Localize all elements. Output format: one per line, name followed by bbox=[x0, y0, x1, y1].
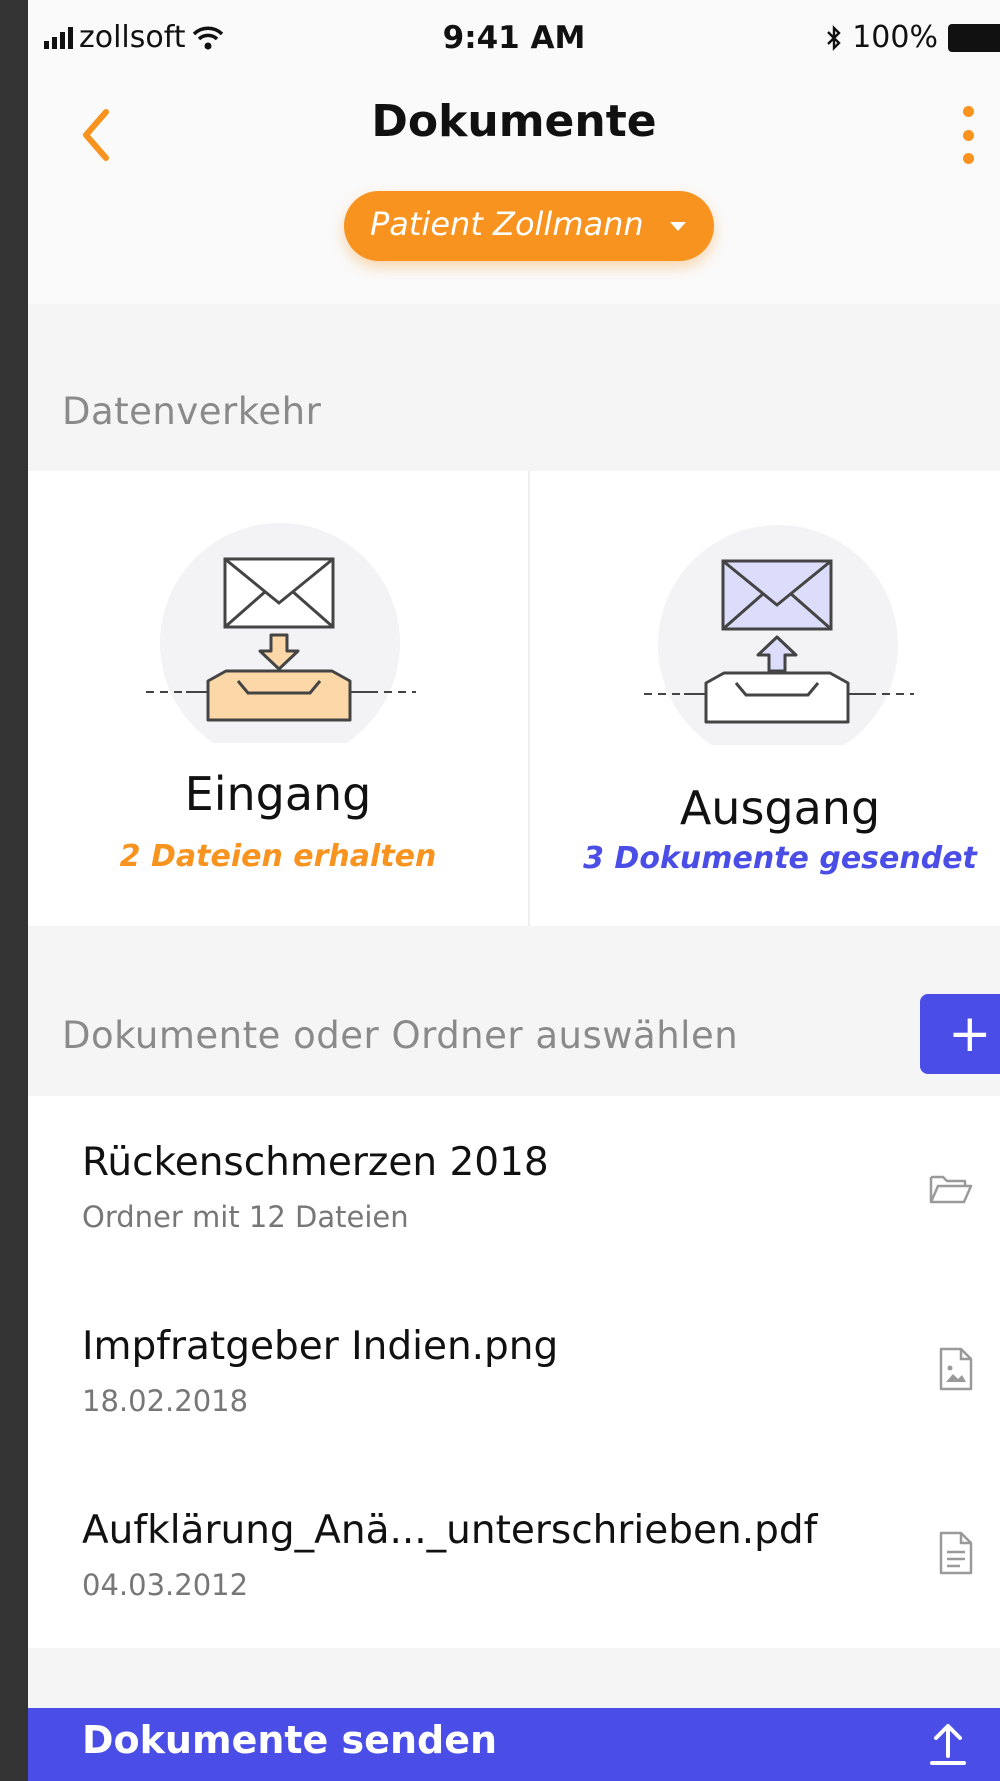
list-item[interactable]: Rückenschmerzen 2018 Ordner mit 12 Datei… bbox=[28, 1096, 1000, 1280]
inbox-title: Eingang bbox=[184, 767, 372, 821]
upload-icon bbox=[930, 1724, 966, 1765]
phone-screen: zollsoft 9:41 AM 100% Dokumente Patient … bbox=[28, 0, 1000, 1781]
item-detail: 18.02.2018 bbox=[82, 1384, 249, 1418]
battery-percent: 100% bbox=[852, 20, 938, 55]
traffic-cards: Eingang 2 Dateien erhalten Ausgang 3 Dok… bbox=[28, 471, 1000, 926]
list-item[interactable]: Aufklärung_Anä..._unterschrieben.pdf 04.… bbox=[28, 1464, 1000, 1648]
status-right: 100% bbox=[826, 20, 1000, 55]
item-name: Impfratgeber Indien.png bbox=[82, 1324, 559, 1369]
traffic-section-label: Datenverkehr bbox=[62, 390, 322, 433]
navigation-header: Dokumente Patient Zollmann bbox=[28, 78, 1000, 304]
inbox-illustration-icon bbox=[146, 523, 416, 743]
item-name: Aufklärung_Anä..._unterschrieben.pdf bbox=[82, 1508, 818, 1553]
send-documents-label: Dokumente senden bbox=[82, 1718, 498, 1762]
outbox-card[interactable]: Ausgang 3 Dokumente gesendet bbox=[530, 471, 1000, 926]
caret-down-icon bbox=[670, 222, 686, 231]
document-file-icon bbox=[939, 1531, 973, 1575]
inbox-card[interactable]: Eingang 2 Dateien erhalten bbox=[28, 471, 528, 926]
documents-section-label: Dokumente oder Ordner auswählen bbox=[62, 1014, 739, 1057]
item-detail: Ordner mit 12 Dateien bbox=[82, 1200, 409, 1234]
battery-icon bbox=[948, 23, 1000, 52]
status-bar: zollsoft 9:41 AM 100% bbox=[28, 0, 1000, 78]
outbox-subtitle: 3 Dokumente gesendet bbox=[583, 841, 977, 876]
add-document-button[interactable]: + bbox=[920, 994, 1000, 1074]
item-detail: 04.03.2012 bbox=[82, 1568, 249, 1602]
documents-list: Rückenschmerzen 2018 Ordner mit 12 Datei… bbox=[28, 1096, 1000, 1648]
patient-selector-dropdown[interactable]: Patient Zollmann bbox=[344, 191, 714, 261]
page-title: Dokumente bbox=[371, 96, 657, 147]
outbox-title: Ausgang bbox=[679, 781, 881, 835]
folder-icon bbox=[929, 1175, 973, 1204]
image-file-icon bbox=[939, 1347, 973, 1391]
send-documents-button[interactable]: Dokumente senden bbox=[28, 1708, 1000, 1781]
patient-selector-label: Patient Zollmann bbox=[370, 205, 644, 243]
list-item[interactable]: Impfratgeber Indien.png 18.02.2018 bbox=[28, 1280, 1000, 1464]
bluetooth-icon bbox=[827, 24, 841, 51]
outbox-illustration-icon bbox=[644, 525, 914, 745]
inbox-subtitle: 2 Dateien erhalten bbox=[119, 839, 437, 874]
item-name: Rückenschmerzen 2018 bbox=[82, 1140, 549, 1185]
more-options-icon[interactable] bbox=[948, 100, 988, 170]
